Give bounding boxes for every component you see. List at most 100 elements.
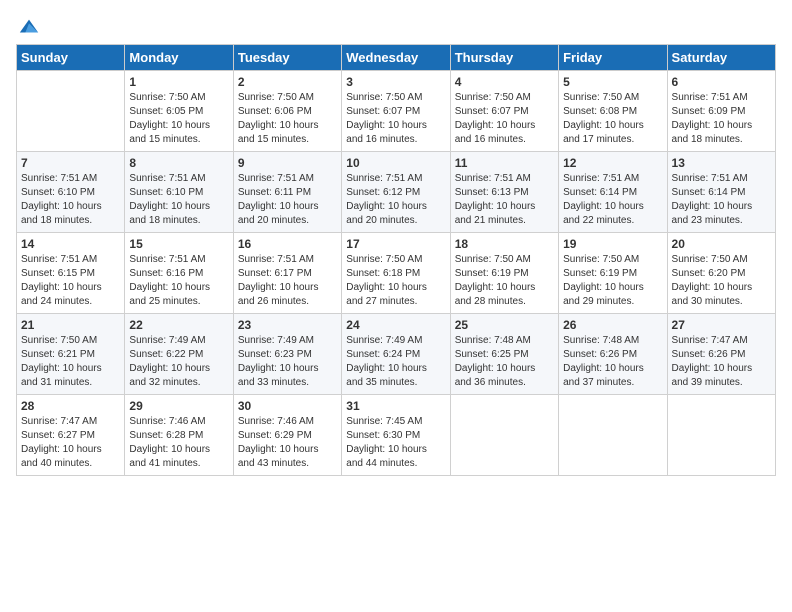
day-number: 19: [563, 237, 662, 251]
day-cell: 24 Sunrise: 7:49 AMSunset: 6:24 PMDaylig…: [342, 314, 450, 395]
day-cell: 12 Sunrise: 7:51 AMSunset: 6:14 PMDaylig…: [559, 152, 667, 233]
day-info: Sunrise: 7:46 AMSunset: 6:29 PMDaylight:…: [238, 416, 319, 469]
day-info: Sunrise: 7:47 AMSunset: 6:26 PMDaylight:…: [672, 335, 753, 388]
day-cell: 23 Sunrise: 7:49 AMSunset: 6:23 PMDaylig…: [233, 314, 341, 395]
day-cell: 1 Sunrise: 7:50 AMSunset: 6:05 PMDayligh…: [125, 71, 233, 152]
header-section: [16, 16, 776, 34]
day-cell: 21 Sunrise: 7:50 AMSunset: 6:21 PMDaylig…: [17, 314, 125, 395]
day-number: 17: [346, 237, 445, 251]
day-number: 5: [563, 75, 662, 89]
day-number: 14: [21, 237, 120, 251]
day-cell: 3 Sunrise: 7:50 AMSunset: 6:07 PMDayligh…: [342, 71, 450, 152]
day-number: 30: [238, 399, 337, 413]
day-of-week-header: Thursday: [450, 45, 558, 71]
day-cell: 26 Sunrise: 7:48 AMSunset: 6:26 PMDaylig…: [559, 314, 667, 395]
day-cell: 7 Sunrise: 7:51 AMSunset: 6:10 PMDayligh…: [17, 152, 125, 233]
day-info: Sunrise: 7:50 AMSunset: 6:07 PMDaylight:…: [455, 92, 536, 145]
calendar-table: SundayMondayTuesdayWednesdayThursdayFrid…: [16, 44, 776, 476]
day-cell: 5 Sunrise: 7:50 AMSunset: 6:08 PMDayligh…: [559, 71, 667, 152]
day-cell: [667, 395, 775, 476]
week-row: 14 Sunrise: 7:51 AMSunset: 6:15 PMDaylig…: [17, 233, 776, 314]
day-info: Sunrise: 7:50 AMSunset: 6:19 PMDaylight:…: [563, 254, 644, 307]
logo: [16, 16, 40, 34]
day-cell: 16 Sunrise: 7:51 AMSunset: 6:17 PMDaylig…: [233, 233, 341, 314]
day-number: 6: [672, 75, 771, 89]
day-info: Sunrise: 7:50 AMSunset: 6:08 PMDaylight:…: [563, 92, 644, 145]
day-info: Sunrise: 7:51 AMSunset: 6:17 PMDaylight:…: [238, 254, 319, 307]
day-number: 11: [455, 156, 554, 170]
day-info: Sunrise: 7:51 AMSunset: 6:13 PMDaylight:…: [455, 173, 536, 226]
day-info: Sunrise: 7:49 AMSunset: 6:23 PMDaylight:…: [238, 335, 319, 388]
day-cell: [17, 71, 125, 152]
day-cell: 17 Sunrise: 7:50 AMSunset: 6:18 PMDaylig…: [342, 233, 450, 314]
day-number: 8: [129, 156, 228, 170]
day-number: 21: [21, 318, 120, 332]
day-cell: 29 Sunrise: 7:46 AMSunset: 6:28 PMDaylig…: [125, 395, 233, 476]
day-info: Sunrise: 7:51 AMSunset: 6:12 PMDaylight:…: [346, 173, 427, 226]
day-info: Sunrise: 7:50 AMSunset: 6:19 PMDaylight:…: [455, 254, 536, 307]
week-row: 7 Sunrise: 7:51 AMSunset: 6:10 PMDayligh…: [17, 152, 776, 233]
day-of-week-header: Saturday: [667, 45, 775, 71]
day-cell: 25 Sunrise: 7:48 AMSunset: 6:25 PMDaylig…: [450, 314, 558, 395]
day-info: Sunrise: 7:47 AMSunset: 6:27 PMDaylight:…: [21, 416, 102, 469]
page-container: SundayMondayTuesdayWednesdayThursdayFrid…: [0, 0, 792, 486]
day-cell: 6 Sunrise: 7:51 AMSunset: 6:09 PMDayligh…: [667, 71, 775, 152]
day-cell: 13 Sunrise: 7:51 AMSunset: 6:14 PMDaylig…: [667, 152, 775, 233]
day-number: 26: [563, 318, 662, 332]
day-cell: 9 Sunrise: 7:51 AMSunset: 6:11 PMDayligh…: [233, 152, 341, 233]
day-info: Sunrise: 7:46 AMSunset: 6:28 PMDaylight:…: [129, 416, 210, 469]
day-cell: 11 Sunrise: 7:51 AMSunset: 6:13 PMDaylig…: [450, 152, 558, 233]
day-cell: 14 Sunrise: 7:51 AMSunset: 6:15 PMDaylig…: [17, 233, 125, 314]
day-info: Sunrise: 7:51 AMSunset: 6:16 PMDaylight:…: [129, 254, 210, 307]
day-cell: 19 Sunrise: 7:50 AMSunset: 6:19 PMDaylig…: [559, 233, 667, 314]
day-number: 10: [346, 156, 445, 170]
day-number: 28: [21, 399, 120, 413]
day-number: 31: [346, 399, 445, 413]
logo-icon: [18, 16, 40, 38]
day-number: 24: [346, 318, 445, 332]
day-cell: 2 Sunrise: 7:50 AMSunset: 6:06 PMDayligh…: [233, 71, 341, 152]
day-info: Sunrise: 7:51 AMSunset: 6:10 PMDaylight:…: [21, 173, 102, 226]
day-number: 1: [129, 75, 228, 89]
day-info: Sunrise: 7:48 AMSunset: 6:25 PMDaylight:…: [455, 335, 536, 388]
day-cell: 31 Sunrise: 7:45 AMSunset: 6:30 PMDaylig…: [342, 395, 450, 476]
day-info: Sunrise: 7:51 AMSunset: 6:15 PMDaylight:…: [21, 254, 102, 307]
day-number: 18: [455, 237, 554, 251]
day-number: 9: [238, 156, 337, 170]
day-of-week-header: Tuesday: [233, 45, 341, 71]
day-cell: 30 Sunrise: 7:46 AMSunset: 6:29 PMDaylig…: [233, 395, 341, 476]
day-number: 13: [672, 156, 771, 170]
day-info: Sunrise: 7:50 AMSunset: 6:07 PMDaylight:…: [346, 92, 427, 145]
day-number: 12: [563, 156, 662, 170]
day-cell: 20 Sunrise: 7:50 AMSunset: 6:20 PMDaylig…: [667, 233, 775, 314]
day-info: Sunrise: 7:51 AMSunset: 6:11 PMDaylight:…: [238, 173, 319, 226]
day-of-week-header: Friday: [559, 45, 667, 71]
day-info: Sunrise: 7:48 AMSunset: 6:26 PMDaylight:…: [563, 335, 644, 388]
day-info: Sunrise: 7:51 AMSunset: 6:10 PMDaylight:…: [129, 173, 210, 226]
week-row: 28 Sunrise: 7:47 AMSunset: 6:27 PMDaylig…: [17, 395, 776, 476]
day-number: 20: [672, 237, 771, 251]
day-cell: 18 Sunrise: 7:50 AMSunset: 6:19 PMDaylig…: [450, 233, 558, 314]
day-cell: [559, 395, 667, 476]
day-number: 16: [238, 237, 337, 251]
day-info: Sunrise: 7:51 AMSunset: 6:14 PMDaylight:…: [672, 173, 753, 226]
day-cell: 22 Sunrise: 7:49 AMSunset: 6:22 PMDaylig…: [125, 314, 233, 395]
header-row: SundayMondayTuesdayWednesdayThursdayFrid…: [17, 45, 776, 71]
day-cell: 27 Sunrise: 7:47 AMSunset: 6:26 PMDaylig…: [667, 314, 775, 395]
day-info: Sunrise: 7:50 AMSunset: 6:20 PMDaylight:…: [672, 254, 753, 307]
day-of-week-header: Wednesday: [342, 45, 450, 71]
day-number: 22: [129, 318, 228, 332]
day-cell: 15 Sunrise: 7:51 AMSunset: 6:16 PMDaylig…: [125, 233, 233, 314]
week-row: 1 Sunrise: 7:50 AMSunset: 6:05 PMDayligh…: [17, 71, 776, 152]
day-number: 15: [129, 237, 228, 251]
day-info: Sunrise: 7:50 AMSunset: 6:06 PMDaylight:…: [238, 92, 319, 145]
day-number: 4: [455, 75, 554, 89]
day-cell: 10 Sunrise: 7:51 AMSunset: 6:12 PMDaylig…: [342, 152, 450, 233]
day-number: 23: [238, 318, 337, 332]
day-number: 7: [21, 156, 120, 170]
week-row: 21 Sunrise: 7:50 AMSunset: 6:21 PMDaylig…: [17, 314, 776, 395]
day-number: 2: [238, 75, 337, 89]
day-info: Sunrise: 7:51 AMSunset: 6:09 PMDaylight:…: [672, 92, 753, 145]
day-info: Sunrise: 7:50 AMSunset: 6:05 PMDaylight:…: [129, 92, 210, 145]
day-info: Sunrise: 7:45 AMSunset: 6:30 PMDaylight:…: [346, 416, 427, 469]
